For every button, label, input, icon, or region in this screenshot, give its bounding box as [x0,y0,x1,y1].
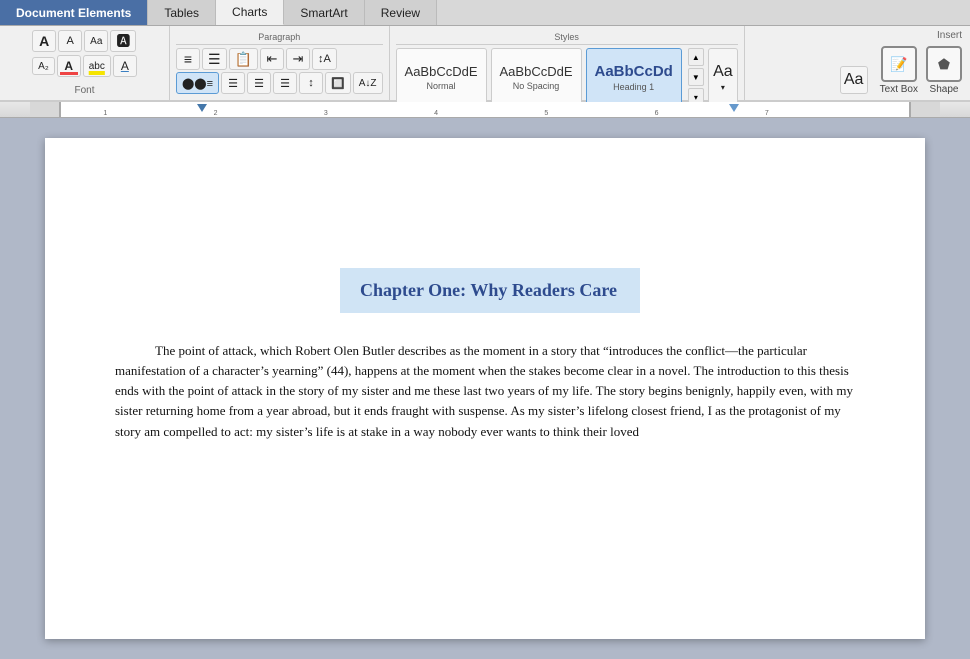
styles-navigation: ▲ ▼ ▾ [688,48,704,106]
ruler: 1 2 3 4 5 6 7 [0,102,970,118]
tab-smartart[interactable]: SmartArt [284,0,364,25]
chapter-heading-container: Chapter One: Why Readers Care [115,268,865,329]
ribbon-toolbar: A A Aa 🅰 A₂ A abc A Font Par [0,26,970,102]
tab-charts[interactable]: Charts [216,0,284,25]
paragraph-section-title: Paragraph [176,30,383,45]
decrease-indent-btn[interactable]: ⇤ [260,48,284,70]
change-styles-icon: Aa [713,63,733,81]
body-text: The point of attack, which Robert Olen B… [115,341,865,442]
numbered-list-btn[interactable]: ☰ [202,48,227,70]
subscript-btn[interactable]: A₂ [32,57,55,75]
style-no-spacing-label: No Spacing [513,81,560,91]
insert-section-title: Insert [840,30,962,41]
ruler-right-indent[interactable] [729,104,739,112]
style-normal-label: Normal [427,81,456,91]
styles-scroll-down-btn[interactable]: ▼ [688,68,704,86]
align-left-btn[interactable]: ⬤⬤≡ [176,72,219,94]
align-center-btn[interactable]: ☰ [221,72,245,94]
page-top-space [115,188,865,268]
bullet-list-btn[interactable]: ≡ [176,48,200,70]
chapter-header-box: Chapter One: Why Readers Care [340,268,640,313]
style-no-spacing-preview: AaBbCcDdE [500,64,573,79]
font-size-decrease-btn[interactable]: A [32,30,56,52]
document-area: Chapter One: Why Readers Care The point … [0,118,970,659]
text-box-label: Text Box [880,84,918,96]
change-styles-btn[interactable]: Aa ▾ [708,48,738,106]
style-no-spacing[interactable]: AaBbCcDdE No Spacing [491,48,582,106]
ruler-right-margin [910,102,940,117]
font-section: A A Aa 🅰 A₂ A abc A Font [0,26,170,100]
shading-btn[interactable]: 🔲 [325,72,351,94]
styles-scroll-up-btn[interactable]: ▲ [688,48,704,66]
text-box-icon: 📝 [881,46,917,82]
insert-extra-buttons: Aa [840,66,868,96]
toolbar-spacer [745,26,832,100]
body-paragraph: The point of attack, which Robert Olen B… [115,341,865,442]
styles-section-title: Styles [396,30,738,45]
font-case-btn[interactable]: Aa [84,30,108,52]
ruler-inner: 1 2 3 4 5 6 7 [60,102,910,117]
chapter-title: Chapter One: Why Readers Care [360,280,620,301]
font-section-label: Font [74,85,94,96]
style-normal-preview: AaBbCcDdE [405,64,478,79]
shape-icon: ⬟ [926,46,962,82]
increase-indent-btn[interactable]: ⇥ [286,48,310,70]
line-spacing-btn[interactable]: ↕ [299,72,323,94]
insert-section: Insert Aa 📝 Text Box ⬟ Shape [832,26,970,100]
ruler-left-margin [30,102,60,117]
tab-document-elements[interactable]: Document Elements [0,0,148,25]
multilevel-list-btn[interactable]: 📋 [229,48,258,70]
styles-section: Styles AaBbCcDdE Normal AaBbCcDdE No Spa… [390,26,745,100]
sort-btn[interactable]: ↕A [312,48,337,70]
text-box-insert-btn[interactable]: 📝 Text Box [880,46,918,96]
change-styles-dropdown: ▾ [721,83,725,92]
font-color-btn[interactable]: A [57,55,81,77]
clear-format-btn[interactable]: 🅰 [110,30,136,52]
style-heading1-label: Heading 1 [613,82,654,92]
shape-label: Shape [930,84,959,96]
ruler-tab-stop[interactable] [197,104,207,112]
justify-btn[interactable]: ☰ [273,72,297,94]
style-heading1[interactable]: AaBbCcDd Heading 1 [586,48,682,106]
ribbon-tabs: Document Elements Tables Charts SmartArt… [0,0,970,26]
document-page: Chapter One: Why Readers Care The point … [45,138,925,639]
paragraph-section: Paragraph ≡ ☰ 📋 ⇤ ⇥ ↕A ⬤⬤≡ ☰ ☰ ☰ ↕ [170,26,390,100]
tab-tables[interactable]: Tables [148,0,216,25]
tab-review[interactable]: Review [365,0,437,25]
align-right-btn[interactable]: ☰ [247,72,271,94]
highlight-btn[interactable]: abc [83,55,111,77]
font-color-blue-btn[interactable]: A [113,55,137,77]
insert-extra-btn1[interactable]: Aa [840,66,868,94]
style-heading1-preview: AaBbCcDd [595,63,673,80]
style-normal[interactable]: AaBbCcDdE Normal [396,48,487,106]
shape-insert-btn[interactable]: ⬟ Shape [926,46,962,96]
font-size-increase-btn[interactable]: A [58,30,82,52]
az-sort-btn[interactable]: A↓Z [353,72,383,94]
